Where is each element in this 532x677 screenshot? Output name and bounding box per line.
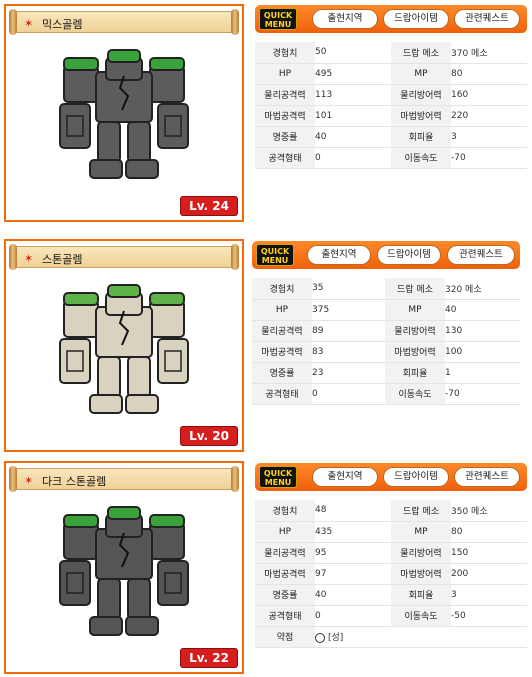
holy-weakness-icon — [315, 632, 325, 643]
related-quest-button[interactable]: 관련퀘스트 — [454, 9, 520, 29]
name-scroll: ✶ 믹스골렘 — [9, 9, 239, 35]
location-button[interactable]: 출현지역 — [312, 467, 378, 487]
level-badge: Lv. 20 — [180, 426, 238, 446]
related-quest-button[interactable]: 관련퀘스트 — [447, 245, 515, 265]
name-scroll: ✶ 스톤골렘 — [9, 244, 239, 270]
location-button[interactable]: 출현지역 — [307, 245, 371, 265]
related-quest-button[interactable]: 관련퀘스트 — [454, 467, 520, 487]
monster-card-2: ✶ 스톤골렘 Lv. 20 — [4, 239, 244, 452]
monster-name: 스톤골렘 — [42, 253, 83, 266]
weakness-value: [성] — [328, 633, 344, 643]
level-badge: Lv. 24 — [180, 196, 238, 216]
stats-table-2: 경험치 35 드랍 메소 320 메소 HP 375 MP 40 물리공격력 89 물리방어력 1… — [252, 278, 520, 405]
monster-mark-icon: ✶ — [24, 474, 34, 487]
golem-sprite-3 — [59, 506, 189, 636]
drop-items-button[interactable]: 드랍아이템 — [383, 9, 449, 29]
quick-menu-label: QUICK MENU — [259, 8, 297, 30]
quick-menu-label: QUICK MENU — [259, 466, 297, 488]
quick-menu-2: QUICK MENU 출현지역 드랍아이템 관련퀘스트 — [252, 241, 520, 269]
quick-menu-3: QUICK MENU 출현지역 드랍아이템 관련퀘스트 — [255, 463, 527, 491]
monster-card-3: ✶ 다크 스톤골렘 Lv. 22 — [4, 461, 244, 674]
name-scroll: ✶ 다크 스톤골렘 — [9, 466, 239, 492]
monster-name: 믹스골렘 — [42, 18, 83, 31]
stats-table-3: 경험치 48 드랍 메소 350 메소 HP 435 MP 80 물리공격력 95 물리방어력 1… — [255, 500, 527, 648]
monster-name: 다크 스톤골렘 — [42, 475, 107, 488]
monster-mark-icon: ✶ — [24, 252, 34, 265]
quick-menu-label: QUICK MENU — [256, 244, 294, 266]
quick-menu-1: QUICK MENU 출현지역 드랍아이템 관련퀘스트 — [255, 5, 527, 33]
monster-card-1: ✶ 믹스골렘 Lv. 24 — [4, 4, 244, 222]
golem-sprite-1 — [59, 49, 189, 179]
level-badge: Lv. 22 — [180, 648, 238, 668]
golem-sprite-2 — [59, 284, 189, 414]
stats-table-1: 경험치 50 드랍 메소 370 메소 HP 495 MP 80 물리공격력 113 물리방어력… — [255, 42, 527, 169]
drop-items-button[interactable]: 드랍아이템 — [377, 245, 441, 265]
location-button[interactable]: 출현지역 — [312, 9, 378, 29]
monster-mark-icon: ✶ — [24, 17, 34, 30]
drop-items-button[interactable]: 드랍아이템 — [383, 467, 449, 487]
